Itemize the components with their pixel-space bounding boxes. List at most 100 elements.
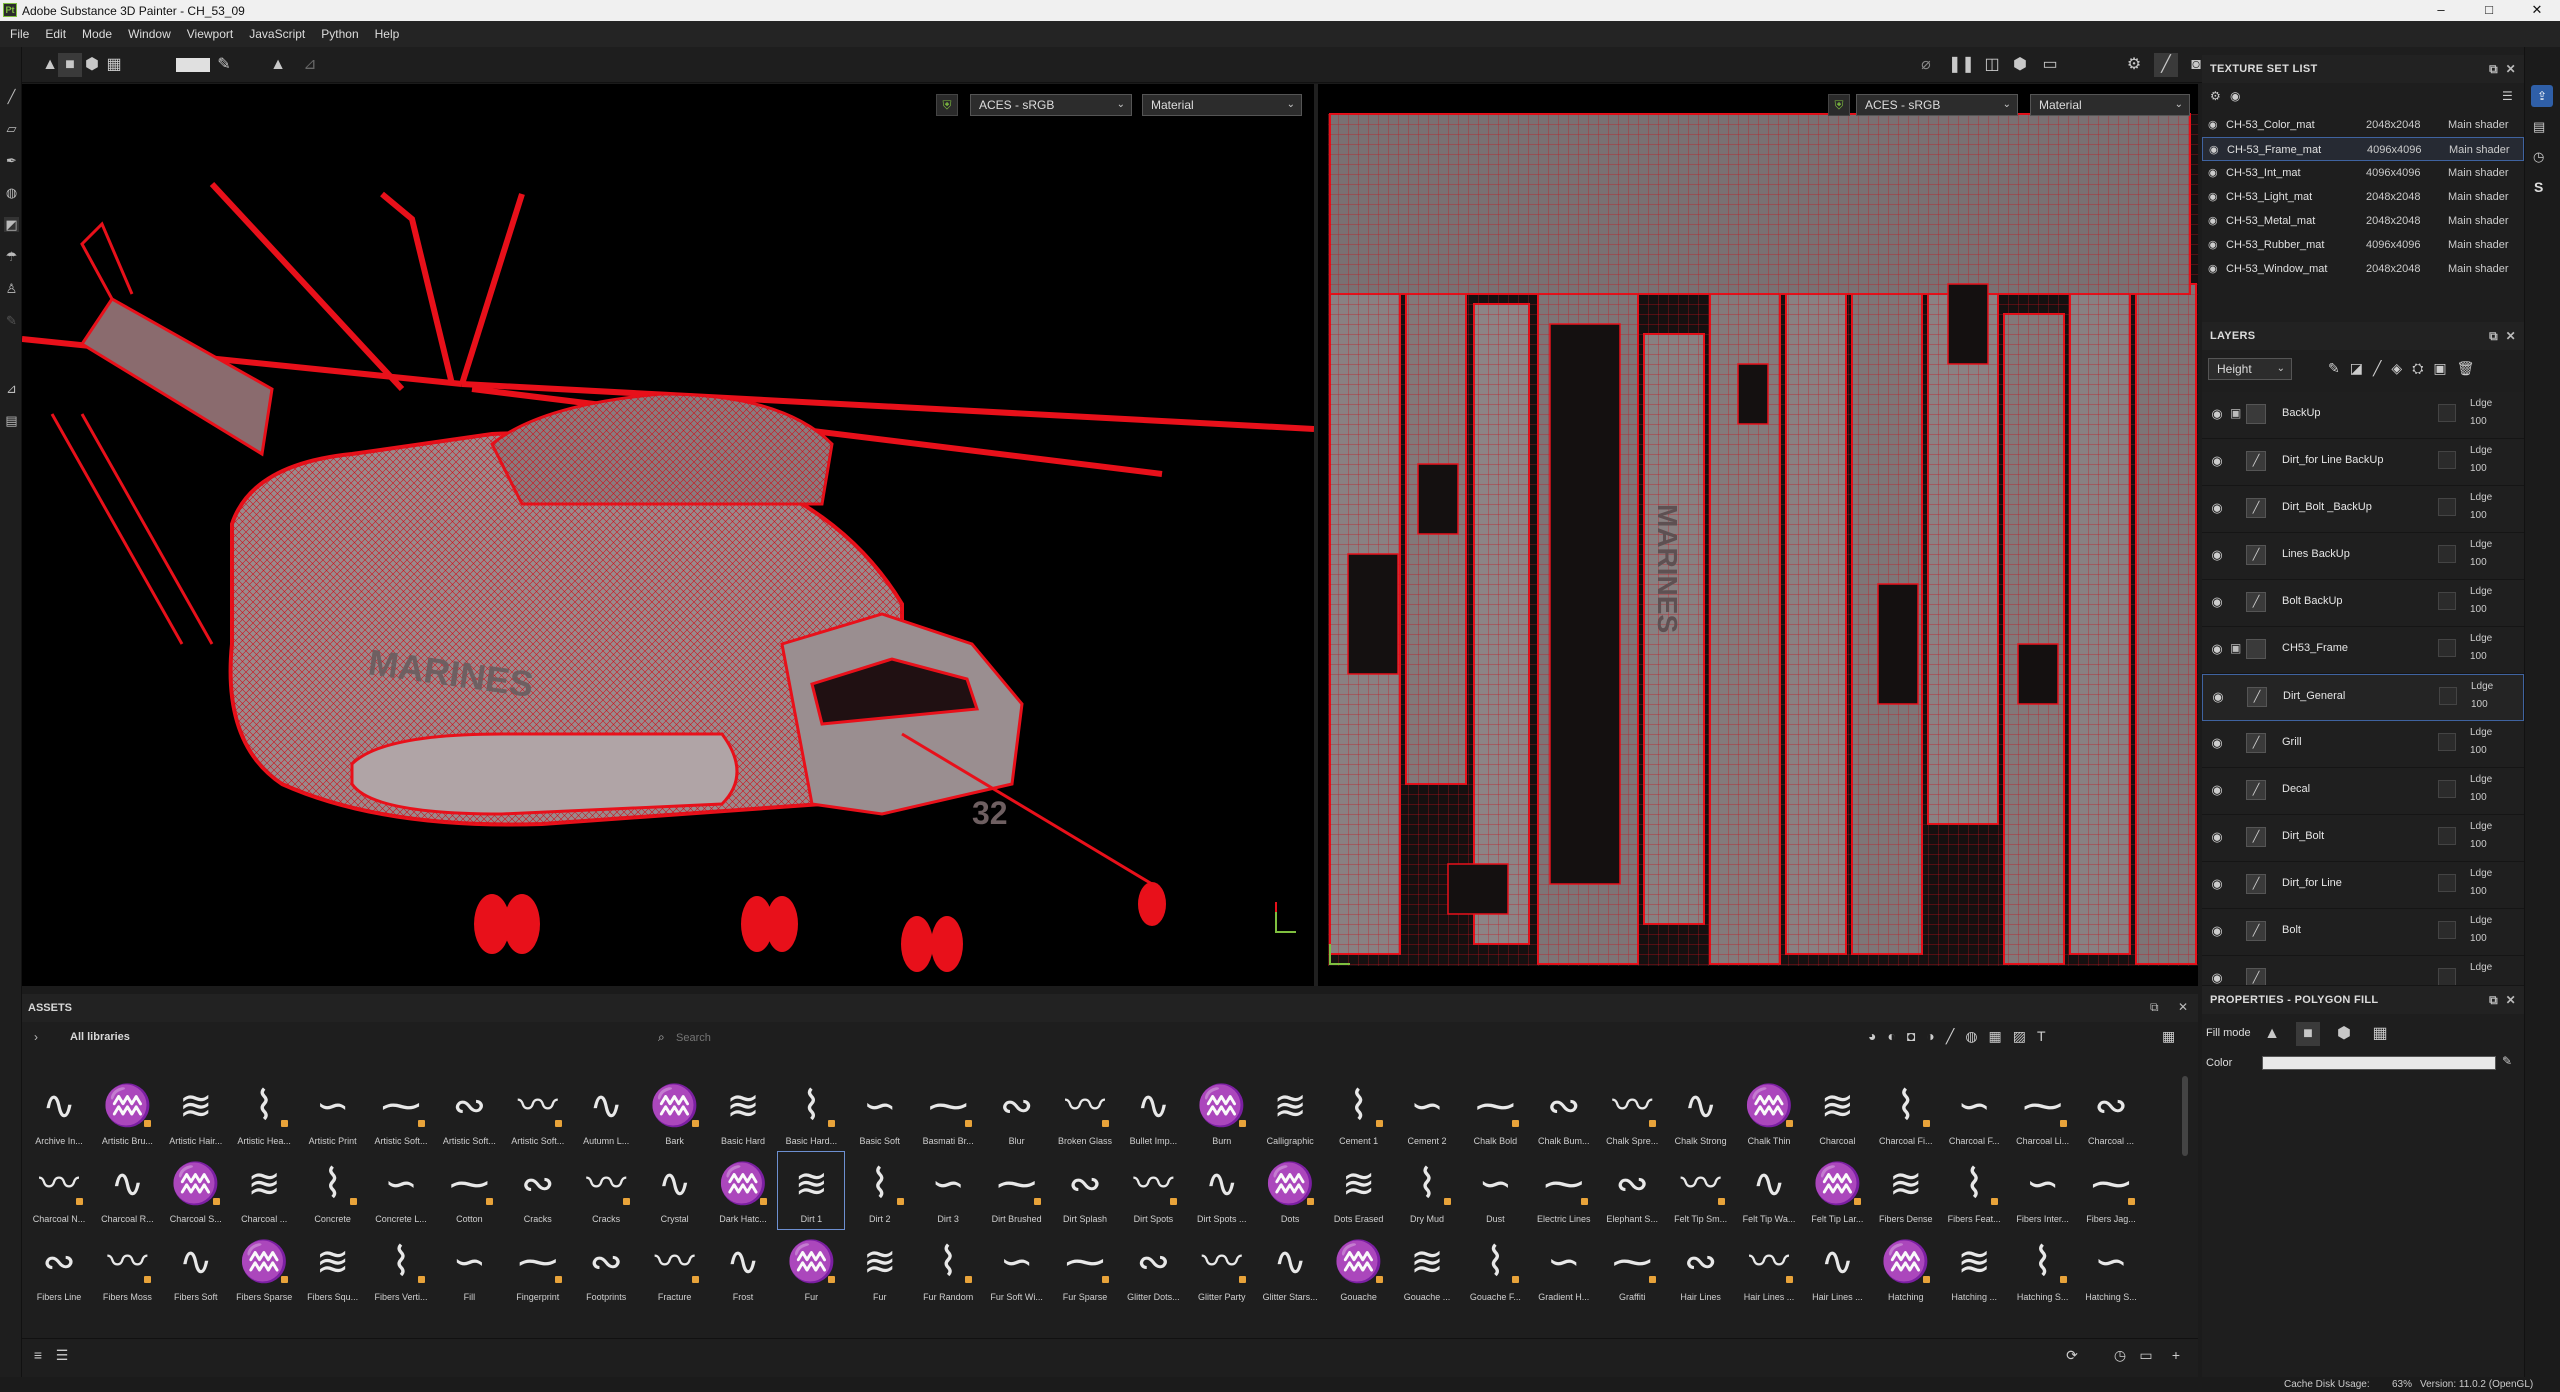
symmetry-icon[interactable]: ⊿ (298, 53, 322, 77)
eye-icon[interactable]: ◉ (2208, 829, 2226, 845)
asset-item[interactable]: ∾ Chalk Bum... (1531, 1074, 1597, 1151)
camera-off-icon[interactable]: ⌀ (1914, 53, 1938, 77)
menu-file[interactable]: File (0, 21, 37, 47)
eye-icon[interactable]: ◉ (2208, 970, 2226, 985)
layer-row[interactable]: ◉ ╱ Dirt_for Line BackUp Ldge 100 (2202, 439, 2524, 486)
asset-item[interactable]: ♒ Burn (1189, 1074, 1255, 1151)
color-picker-icon[interactable]: ✎ (2502, 1054, 2512, 1068)
asset-item[interactable]: ≋ Calligraphic (1257, 1074, 1323, 1151)
asset-item[interactable]: ∾ Footprints (573, 1230, 639, 1307)
layer-mask-thumb[interactable] (2438, 780, 2456, 798)
menu-help[interactable]: Help (367, 21, 408, 47)
colorspace-select-2d[interactable]: ACES - sRGB ⌄ (1856, 94, 2018, 116)
filter-text-icon[interactable]: T (2037, 1028, 2057, 1044)
menu-viewport[interactable]: Viewport (179, 21, 241, 47)
asset-item[interactable]: ♒ Dots (1257, 1152, 1323, 1229)
asset-item[interactable]: ∿ Charcoal R... (94, 1152, 160, 1229)
layer-blend-mode[interactable]: Ldge (2470, 539, 2492, 550)
mirror-icon[interactable]: ▲ (266, 53, 290, 77)
texture-set-row[interactable]: ◉ CH-53_Rubber_mat 4096x4096 Main shader (2202, 233, 2524, 257)
measure-tool-icon[interactable]: ⊿ (4, 381, 19, 396)
history-icon[interactable]: ◷ (2110, 1345, 2130, 1365)
layer-mask-thumb[interactable] (2438, 451, 2456, 469)
asset-item[interactable]: ≋ Fur (847, 1230, 913, 1307)
layer-opacity[interactable]: 100 (2471, 699, 2488, 710)
layer-row[interactable]: ◉ ╱ Lines BackUp Ldge 100 (2202, 533, 2524, 580)
layer-blend-mode[interactable]: Ldge (2470, 915, 2492, 926)
eye-icon[interactable]: ◉ (2208, 547, 2226, 563)
asset-item[interactable]: ⌇ Concrete (300, 1152, 366, 1229)
asset-item[interactable]: ∾ Charcoal ... (2078, 1074, 2144, 1151)
layer-opacity[interactable]: 100 (2470, 839, 2487, 850)
add-paint-layer-icon[interactable]: ╱ (2373, 360, 2391, 376)
minimize-button[interactable]: – (2418, 0, 2464, 21)
texture-set-row[interactable]: ◉ CH-53_Window_mat 2048x2048 Main shader (2202, 257, 2524, 281)
add-folder-icon[interactable]: ▣ (2433, 360, 2456, 376)
assets-search[interactable]: ⌕ (658, 1028, 1758, 1048)
substance-icon[interactable]: S (2534, 179, 2543, 195)
layer-row[interactable]: ◉ ╱ Bolt BackUp Ldge 100 (2202, 580, 2524, 627)
layer-opacity[interactable]: 100 (2470, 510, 2487, 521)
asset-item[interactable]: ∽ Fur Soft Wi... (984, 1230, 1050, 1307)
eye-icon[interactable]: ◉ (2208, 257, 2218, 281)
asset-item[interactable]: ≋ Charcoal (1804, 1074, 1870, 1151)
layer-row[interactable]: ◉ ╱ Dirt_General Ldge 100 (2202, 674, 2524, 721)
filter-filter-icon[interactable]: ◑ (1926, 1028, 1945, 1044)
texture-set-row[interactable]: ◉ CH-53_Int_mat 4096x4096 Main shader (2202, 161, 2524, 185)
asset-item[interactable]: ∽ Artistic Print (300, 1074, 366, 1151)
asset-scrollbar[interactable] (2182, 1076, 2188, 1156)
eye-icon[interactable]: ◉ (2208, 161, 2218, 185)
asset-item[interactable]: 〰 Dirt Spots (1120, 1152, 1186, 1229)
search-input[interactable] (676, 1028, 1736, 1048)
layer-blend-mode[interactable]: Ldge (2470, 727, 2492, 738)
asset-item[interactable]: ⌇ Dry Mud (1394, 1152, 1460, 1229)
maximize-button[interactable]: □ (2466, 0, 2512, 21)
eye-icon[interactable]: ◉ (2208, 185, 2218, 209)
asset-item[interactable]: ⌇ Fur Random (915, 1230, 981, 1307)
asset-item[interactable]: ⌇ Cement 1 (1326, 1074, 1392, 1151)
asset-item[interactable]: 〰 Broken Glass (1052, 1074, 1118, 1151)
paint-icon[interactable]: ╱ (2154, 53, 2178, 77)
asset-item[interactable]: ∾ Cracks (505, 1152, 571, 1229)
asset-item[interactable]: ⌇ Basic Hard... (778, 1074, 844, 1151)
asset-item[interactable]: 〰 Charcoal N... (26, 1152, 92, 1229)
eye-icon[interactable]: ◉ (2208, 782, 2226, 798)
layer-channel-select[interactable]: Height ⌄ (2208, 358, 2292, 380)
asset-item[interactable]: ∾ Glitter Dots... (1120, 1230, 1186, 1307)
eye-icon[interactable]: ◉ (2208, 923, 2226, 939)
delete-layer-icon[interactable]: 🗑 (2457, 360, 2485, 376)
asset-item[interactable]: ⌇ Fibers Verti... (368, 1230, 434, 1307)
close-button[interactable]: ✕ (2514, 0, 2560, 21)
asset-item[interactable]: 〰 Artistic Soft... (505, 1074, 571, 1151)
close-panel-icon[interactable]: ✕ (2506, 322, 2516, 350)
filter-smart-material-icon[interactable]: ◐ (1887, 1028, 1906, 1044)
layer-mask-thumb[interactable] (2438, 545, 2456, 563)
layer-row[interactable]: ◉ ╱ Grill Ldge 100 (2202, 721, 2524, 768)
asset-item[interactable]: ∾ Dirt Splash (1052, 1152, 1118, 1229)
asset-item[interactable]: ♒ Fur (778, 1230, 844, 1307)
layer-blend-mode[interactable]: Ldge (2470, 962, 2492, 973)
close-panel-icon[interactable]: ✕ (2506, 55, 2516, 83)
texture-set-row[interactable]: ◉ CH-53_Metal_mat 2048x2048 Main shader (2202, 209, 2524, 233)
refresh-icon[interactable]: ⟳ (2062, 1345, 2082, 1365)
asset-item[interactable]: 〰 Fracture (642, 1230, 708, 1307)
eye-icon[interactable]: ◉ (2208, 209, 2218, 233)
asset-item[interactable]: ⁓ Fur Sparse (1052, 1230, 1118, 1307)
square-mode-icon[interactable]: ■ (58, 53, 82, 77)
asset-item[interactable]: ∽ Gradient H... (1531, 1230, 1597, 1307)
fill-uv-icon[interactable]: ▦ (2368, 1022, 2392, 1046)
asset-item[interactable]: ∿ Felt Tip Wa... (1736, 1152, 1802, 1229)
layer-mask-thumb[interactable] (2438, 592, 2456, 610)
viewport-2d[interactable]: MARINES ⛨ ACES - sRGB ⌄ Material ⌄ (1318, 84, 2198, 986)
layer-row[interactable]: ◉ ╱ Decal Ldge 100 (2202, 768, 2524, 815)
texture-set-row[interactable]: ◉ CH-53_Frame_mat 4096x4096 Main shader (2202, 137, 2524, 161)
filter-mask-icon[interactable]: ◘ (1907, 1028, 1926, 1044)
asset-item[interactable]: ∿ Archive In... (26, 1074, 92, 1151)
asset-item[interactable]: ∽ Fibers Inter... (2010, 1152, 2076, 1229)
layer-row[interactable]: ◉ ▣ CH53_Frame Ldge 100 (2202, 627, 2524, 674)
visibility-icon[interactable]: ◉ (2230, 89, 2240, 103)
layer-mask-thumb[interactable] (2438, 968, 2456, 985)
asset-item[interactable]: ≋ Hatching ... (1941, 1230, 2007, 1307)
add-smart-material-icon[interactable]: ⛭ (2412, 360, 2433, 376)
layer-opacity[interactable]: 100 (2470, 651, 2487, 662)
